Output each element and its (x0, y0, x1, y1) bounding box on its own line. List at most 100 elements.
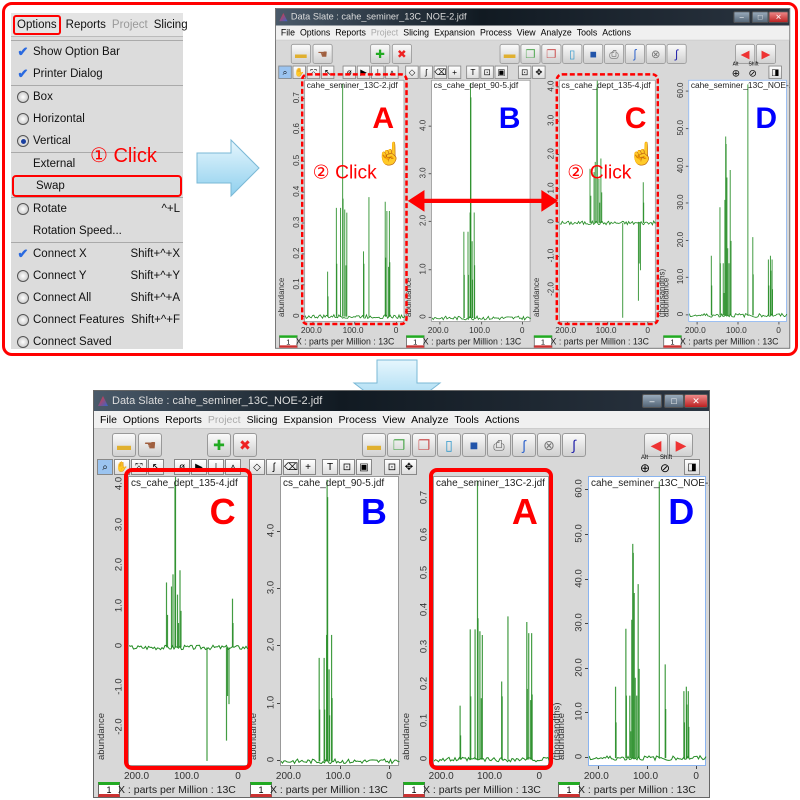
menu-reports[interactable]: Reports (335, 28, 366, 38)
menu-item-printer-dialog[interactable]: ✔ Printer Dialog (11, 63, 183, 85)
panel-number-badge[interactable]: 1 (663, 335, 682, 348)
menu-item-horizontal[interactable]: Horizontal (11, 108, 183, 130)
open-file-button[interactable]: ▬ (362, 433, 386, 457)
menu-expansion[interactable]: Expansion (434, 28, 475, 38)
close-button[interactable]: ✕ (684, 394, 708, 408)
trash-button[interactable]: ▯ (562, 43, 583, 64)
menu-tools[interactable]: Tools (454, 414, 479, 426)
menu-view[interactable]: View (382, 414, 405, 426)
zoom-tool[interactable]: ⌕ (278, 65, 292, 79)
menu-view[interactable]: View (517, 28, 536, 38)
menu-reports[interactable]: Reports (65, 17, 107, 33)
menu-item-show-option-bar[interactable]: ✔ Show Option Bar (11, 41, 183, 63)
integral-button[interactable]: ∫ (562, 433, 586, 457)
menu-slicing[interactable]: Slicing (403, 28, 429, 38)
trash-button[interactable]: ▯ (437, 433, 461, 457)
move-tool[interactable]: ✥ (532, 65, 546, 79)
eraser-tool[interactable]: ⌫ (433, 65, 448, 79)
move-tool[interactable]: ✥ (401, 459, 417, 475)
remove-file-button[interactable]: ❐ (541, 43, 562, 64)
menu-slicing[interactable]: Slicing (153, 17, 189, 33)
crosshair-tool[interactable]: + (447, 65, 462, 79)
menu-process[interactable]: Process (480, 28, 512, 38)
delete-button[interactable]: ✖ (233, 433, 257, 457)
maximize-button[interactable]: □ (751, 11, 769, 24)
menu-actions[interactable]: Actions (485, 414, 519, 426)
menu-item-connect-x[interactable]: ✔ Connect X Shift+^+X (11, 243, 183, 265)
panel-number-badge[interactable]: 1 (558, 782, 580, 797)
menu-actions[interactable]: Actions (602, 28, 631, 38)
remove-file-button[interactable]: ❐ (412, 433, 436, 457)
menu-expansion[interactable]: Expansion (284, 414, 333, 426)
menu-options[interactable]: Options (13, 14, 61, 35)
menu-item-rotation-speed[interactable]: Rotation Speed... (11, 220, 183, 242)
menu-item-rotate[interactable]: Rotate ^+L (11, 198, 183, 220)
print-button[interactable]: ⎙ (487, 433, 511, 457)
menu-item-swap[interactable]: Swap (12, 175, 182, 197)
integral-button[interactable]: ∫ (666, 43, 687, 64)
close-button[interactable]: ✕ (768, 11, 789, 24)
integrate-tool[interactable]: ʃ (266, 459, 282, 475)
back-arrow-button[interactable]: ◀ (644, 433, 668, 457)
menu-item-connect-saved[interactable]: Connect Saved (11, 331, 183, 353)
hand-button[interactable]: ☚ (312, 43, 333, 64)
panel-number-badge[interactable]: 1 (406, 335, 425, 348)
menu-item-box[interactable]: Box (11, 86, 183, 108)
menu-file[interactable]: File (281, 28, 295, 38)
delete-button[interactable]: ✖ (391, 43, 412, 64)
menu-options[interactable]: Options (123, 414, 159, 426)
forward-arrow-button[interactable]: ▶ (755, 43, 776, 64)
zoom-tool[interactable]: ⌕ (97, 459, 113, 475)
stop-button[interactable]: ⊗ (537, 433, 561, 457)
hand-button[interactable]: ☚ (138, 433, 162, 457)
print-button[interactable]: ⎙ (603, 43, 625, 64)
menu-item-connect-all[interactable]: Connect All Shift+^+A (11, 287, 183, 309)
menu-reports[interactable]: Reports (165, 414, 202, 426)
minimize-button[interactable]: – (733, 11, 751, 24)
frame-tool[interactable]: ▣ (494, 65, 508, 79)
layout-tool[interactable]: ◨ (684, 459, 700, 475)
add-button[interactable]: ✚ (370, 43, 391, 64)
menu-project[interactable]: Project (371, 28, 398, 38)
center-tool[interactable]: ⊡ (384, 459, 400, 475)
add-file-button[interactable]: ❐ (520, 43, 541, 64)
text-tool[interactable]: T (322, 459, 338, 475)
menu-file[interactable]: File (100, 414, 117, 426)
layout-tool[interactable]: ◨ (768, 65, 782, 79)
panel-number-badge[interactable]: 1 (533, 335, 553, 348)
center-tool[interactable]: ⊡ (517, 65, 532, 79)
open-file-button[interactable]: ▬ (499, 43, 520, 64)
menu-project[interactable]: Project (208, 414, 241, 426)
maximize-button[interactable]: □ (664, 394, 684, 408)
process-button[interactable]: ʃ (624, 43, 645, 64)
menu-slicing[interactable]: Slicing (247, 414, 278, 426)
save-button[interactable]: ■ (462, 433, 486, 457)
menu-tools[interactable]: Tools (577, 28, 597, 38)
panel-number-badge[interactable]: 1 (403, 782, 425, 797)
box-tool[interactable]: ⊡ (339, 459, 355, 475)
process-button[interactable]: ʃ (512, 433, 536, 457)
text-tool[interactable]: T (466, 65, 480, 79)
menu-options[interactable]: Options (300, 28, 330, 38)
menu-analyze[interactable]: Analyze (411, 414, 448, 426)
stop-button[interactable]: ⊗ (645, 43, 666, 64)
save-button[interactable]: ■ (583, 43, 604, 64)
add-file-button[interactable]: ❐ (387, 433, 411, 457)
menu-project[interactable]: Project (111, 17, 149, 33)
crosshair-tool[interactable]: + (300, 459, 316, 475)
minimize-button[interactable]: – (642, 394, 662, 408)
panel-number-badge[interactable]: 1 (279, 335, 298, 348)
open-folder-button[interactable]: ▬ (290, 43, 311, 64)
box-tool[interactable]: ⊡ (480, 65, 494, 79)
frame-tool[interactable]: ▣ (356, 459, 372, 475)
open-folder-button[interactable]: ▬ (112, 433, 136, 457)
menu-item-connect-y[interactable]: Connect Y Shift+^+Y (11, 265, 183, 287)
integrate-tool[interactable]: ʃ (419, 65, 433, 79)
forward-arrow-button[interactable]: ▶ (669, 433, 693, 457)
panel-number-badge[interactable]: 1 (250, 782, 272, 797)
add-button[interactable]: ✚ (207, 433, 231, 457)
menu-process[interactable]: Process (339, 414, 377, 426)
menu-item-connect-features[interactable]: Connect Features Shift+^+F (11, 309, 183, 331)
eraser-tool[interactable]: ⌫ (283, 459, 299, 475)
back-arrow-button[interactable]: ◀ (735, 43, 756, 64)
